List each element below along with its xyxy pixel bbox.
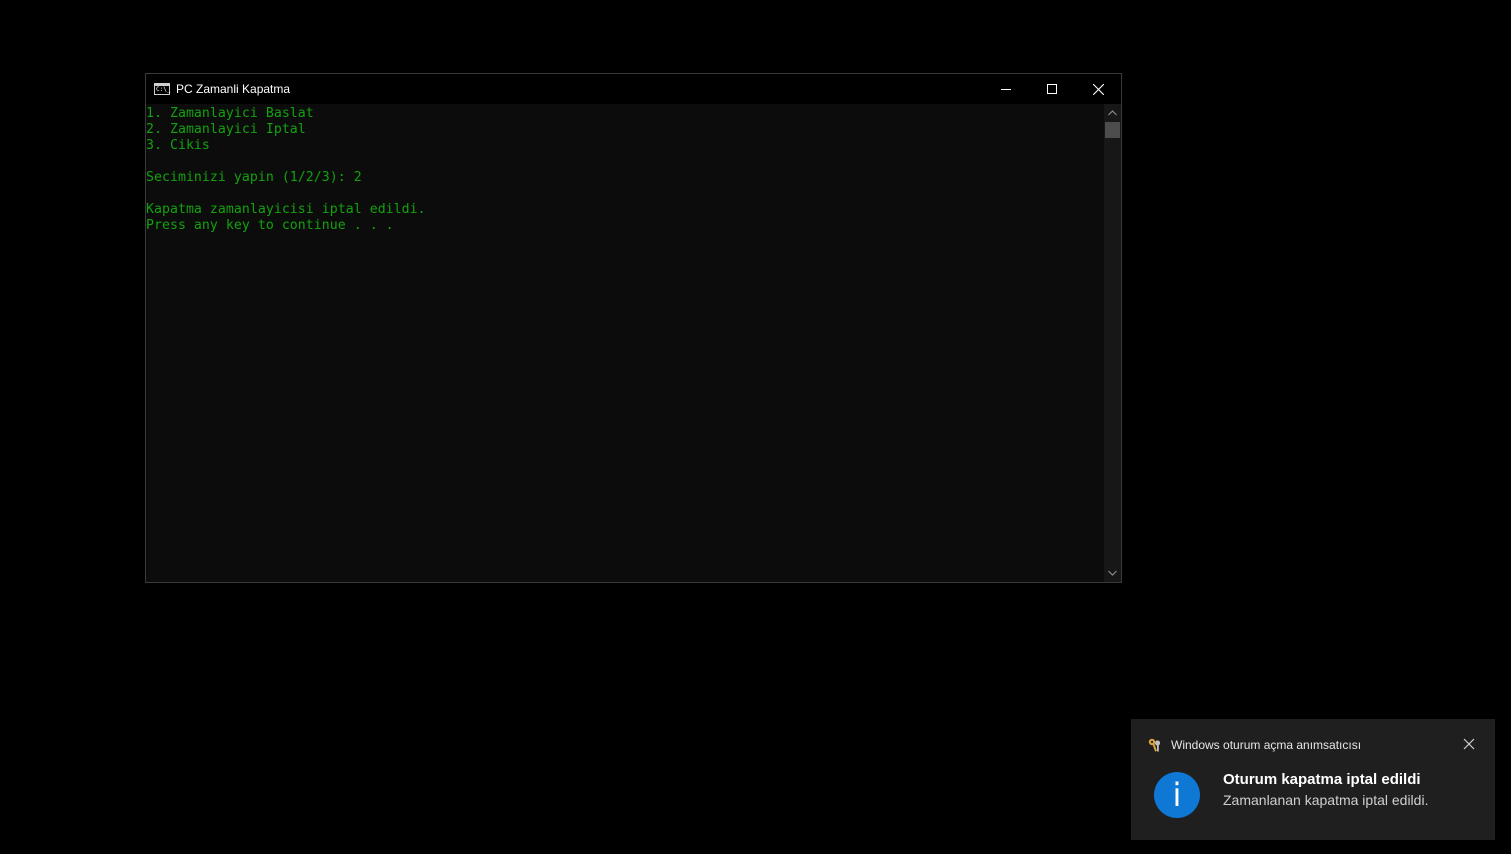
toast-app-name: Windows oturum açma anımsatıcısı (1171, 738, 1362, 752)
chevron-down-icon (1108, 570, 1117, 576)
console-line: Kapatma zamanlayicisi iptal edildi. (146, 202, 426, 217)
toast-message: Zamanlanan kapatma iptal edildi. (1223, 792, 1429, 808)
console-line: 3. Cikis (146, 138, 210, 153)
maximize-icon (1047, 84, 1057, 94)
close-icon (1092, 83, 1104, 95)
maximize-button[interactable] (1029, 74, 1075, 104)
info-icon-glyph: i (1172, 776, 1182, 814)
toast-notification[interactable]: Windows oturum açma anımsatıcısı i Oturu… (1131, 719, 1495, 840)
title-bar[interactable]: C:\_ PC Zamanli Kapatma (146, 74, 1121, 104)
minimize-button[interactable] (983, 74, 1029, 104)
minimize-icon (1001, 89, 1011, 90)
scroll-up-button[interactable] (1104, 106, 1121, 120)
close-button[interactable] (1075, 74, 1121, 104)
toast-title: Oturum kapatma iptal edildi (1223, 771, 1421, 788)
window-controls (983, 74, 1121, 104)
console-output[interactable]: 1. Zamanlayici Baslat 2. Zamanlayici Ipt… (146, 104, 1104, 582)
console-icon[interactable]: C:\_ (154, 83, 170, 95)
info-icon: i (1154, 772, 1200, 818)
scroll-down-button[interactable] (1104, 566, 1121, 580)
console-line: 2. Zamanlayici Iptal (146, 122, 306, 137)
console-line: 1. Zamanlayici Baslat (146, 106, 314, 121)
chevron-up-icon (1108, 110, 1117, 116)
toast-header: Windows oturum açma anımsatıcısı (1147, 737, 1361, 753)
scroll-thumb[interactable] (1105, 122, 1120, 138)
close-icon[interactable] (1463, 738, 1475, 750)
console-line: Seciminizi yapin (1/2/3): 2 (146, 170, 362, 185)
console-line: Press any key to continue . . . (146, 218, 394, 233)
window-title: PC Zamanli Kapatma (176, 82, 291, 96)
keys-icon (1148, 738, 1161, 752)
console-icon-text: C:\_ (156, 86, 171, 93)
console-window[interactable]: C:\_ PC Zamanli Kapatma 1. Zamanlayici B… (145, 73, 1122, 583)
vertical-scrollbar[interactable] (1104, 104, 1121, 582)
